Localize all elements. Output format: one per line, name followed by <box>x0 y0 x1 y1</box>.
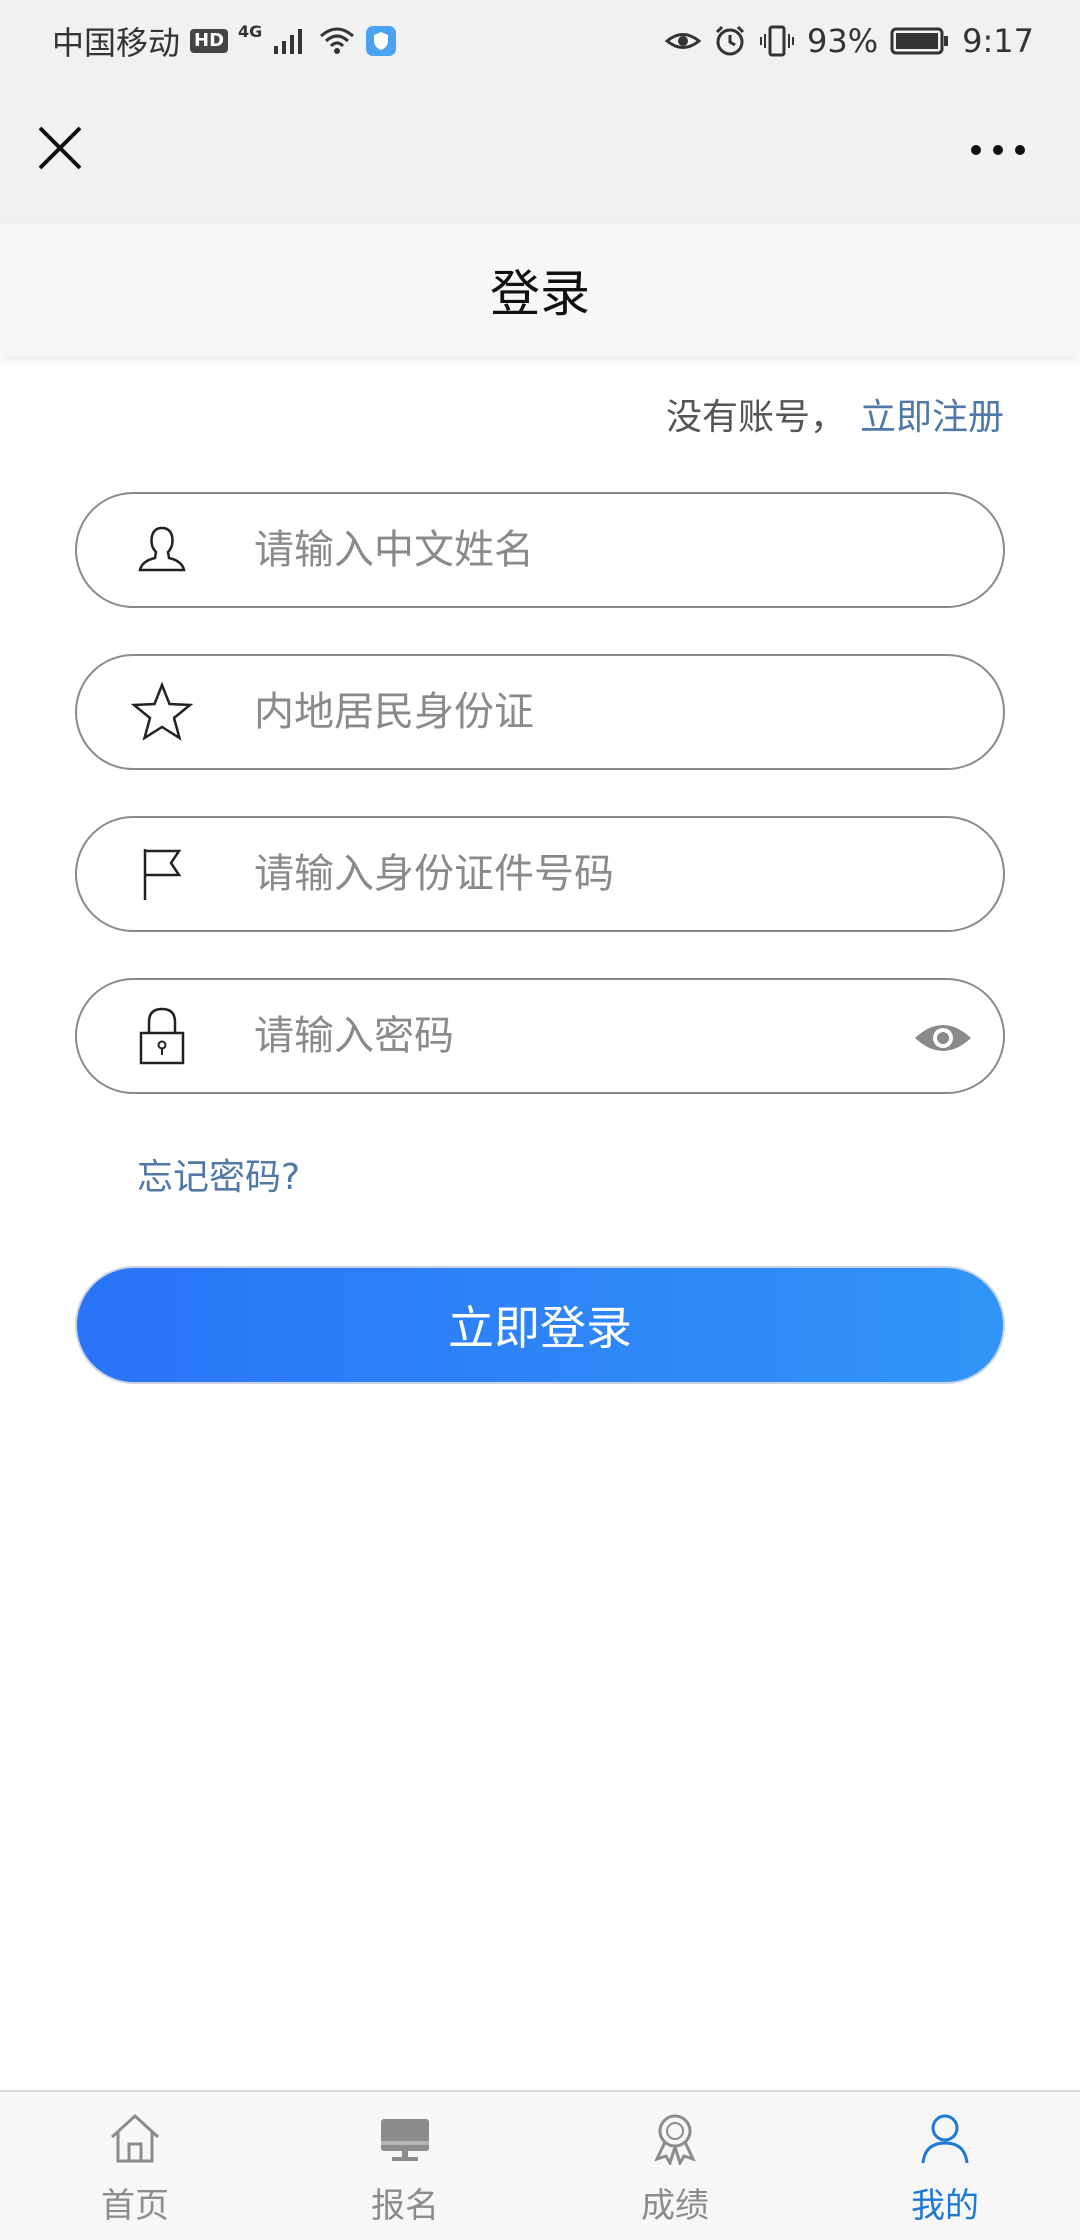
status-bar: 中国移动 HD 4G 93% 9:17 <box>0 0 1080 82</box>
id-number-input[interactable] <box>254 834 854 914</box>
more-button[interactable] <box>960 122 1036 178</box>
carrier-label: 中国移动 <box>52 24 181 62</box>
security-shield-icon <box>366 26 397 56</box>
register-line: 没有账号， 立即注册 <box>666 388 1004 440</box>
tab-signup[interactable]: 报名 <box>270 2092 540 2240</box>
monitor-icon <box>375 2108 435 2168</box>
id-type-field[interactable] <box>75 654 1005 770</box>
battery-percent: 93% <box>807 22 879 60</box>
id-type-select[interactable] <box>254 672 854 752</box>
clock-time: 9:17 <box>962 22 1034 60</box>
user-outline-icon <box>122 515 202 585</box>
status-left: 中国移动 HD 4G <box>52 18 397 64</box>
tab-label: 首页 <box>101 2186 169 2226</box>
alarm-icon <box>715 25 745 56</box>
lock-outline-icon <box>122 1001 202 1071</box>
top-nav <box>0 82 1080 224</box>
flag-outline-icon <box>122 839 202 909</box>
show-password-toggle[interactable] <box>911 1008 975 1068</box>
star-outline-icon <box>122 677 202 747</box>
hd-badge: HD <box>190 29 229 53</box>
award-icon <box>645 2108 705 2168</box>
tab-label: 报名 <box>371 2186 439 2226</box>
register-link[interactable]: 立即注册 <box>860 388 1004 440</box>
battery-icon <box>890 27 949 55</box>
close-icon <box>38 126 82 170</box>
tab-home[interactable]: 首页 <box>0 2092 270 2240</box>
tab-label: 我的 <box>911 2186 979 2226</box>
id-number-field[interactable] <box>75 816 1005 932</box>
close-button[interactable] <box>30 118 90 178</box>
password-input[interactable] <box>254 996 854 1076</box>
forgot-password-link[interactable]: 忘记密码? <box>137 1148 300 1200</box>
eye-comfort-icon <box>665 33 702 49</box>
network-type: 4G <box>238 22 263 41</box>
user-icon <box>915 2108 975 2168</box>
status-right: 93% 9:17 <box>665 18 1034 64</box>
home-icon <box>105 2108 165 2168</box>
signal-icon <box>274 29 303 54</box>
tab-bar: 首页 报名 成绩 我的 <box>0 2090 1080 2240</box>
vibrate-icon <box>760 25 795 57</box>
name-field[interactable] <box>75 492 1005 608</box>
page-header: 登录 <box>0 224 1080 356</box>
name-input[interactable] <box>254 510 854 590</box>
more-dots-icon <box>971 145 1025 155</box>
wifi-icon <box>320 27 355 54</box>
register-prompt: 没有账号， <box>665 397 846 438</box>
password-field[interactable] <box>75 978 1005 1094</box>
tab-scores[interactable]: 成绩 <box>540 2092 810 2240</box>
tab-label: 成绩 <box>641 2186 709 2226</box>
page-title: 登录 <box>490 265 590 323</box>
eye-icon <box>915 1025 971 1051</box>
login-button[interactable]: 立即登录 <box>75 1266 1005 1384</box>
tab-mine[interactable]: 我的 <box>810 2092 1080 2240</box>
